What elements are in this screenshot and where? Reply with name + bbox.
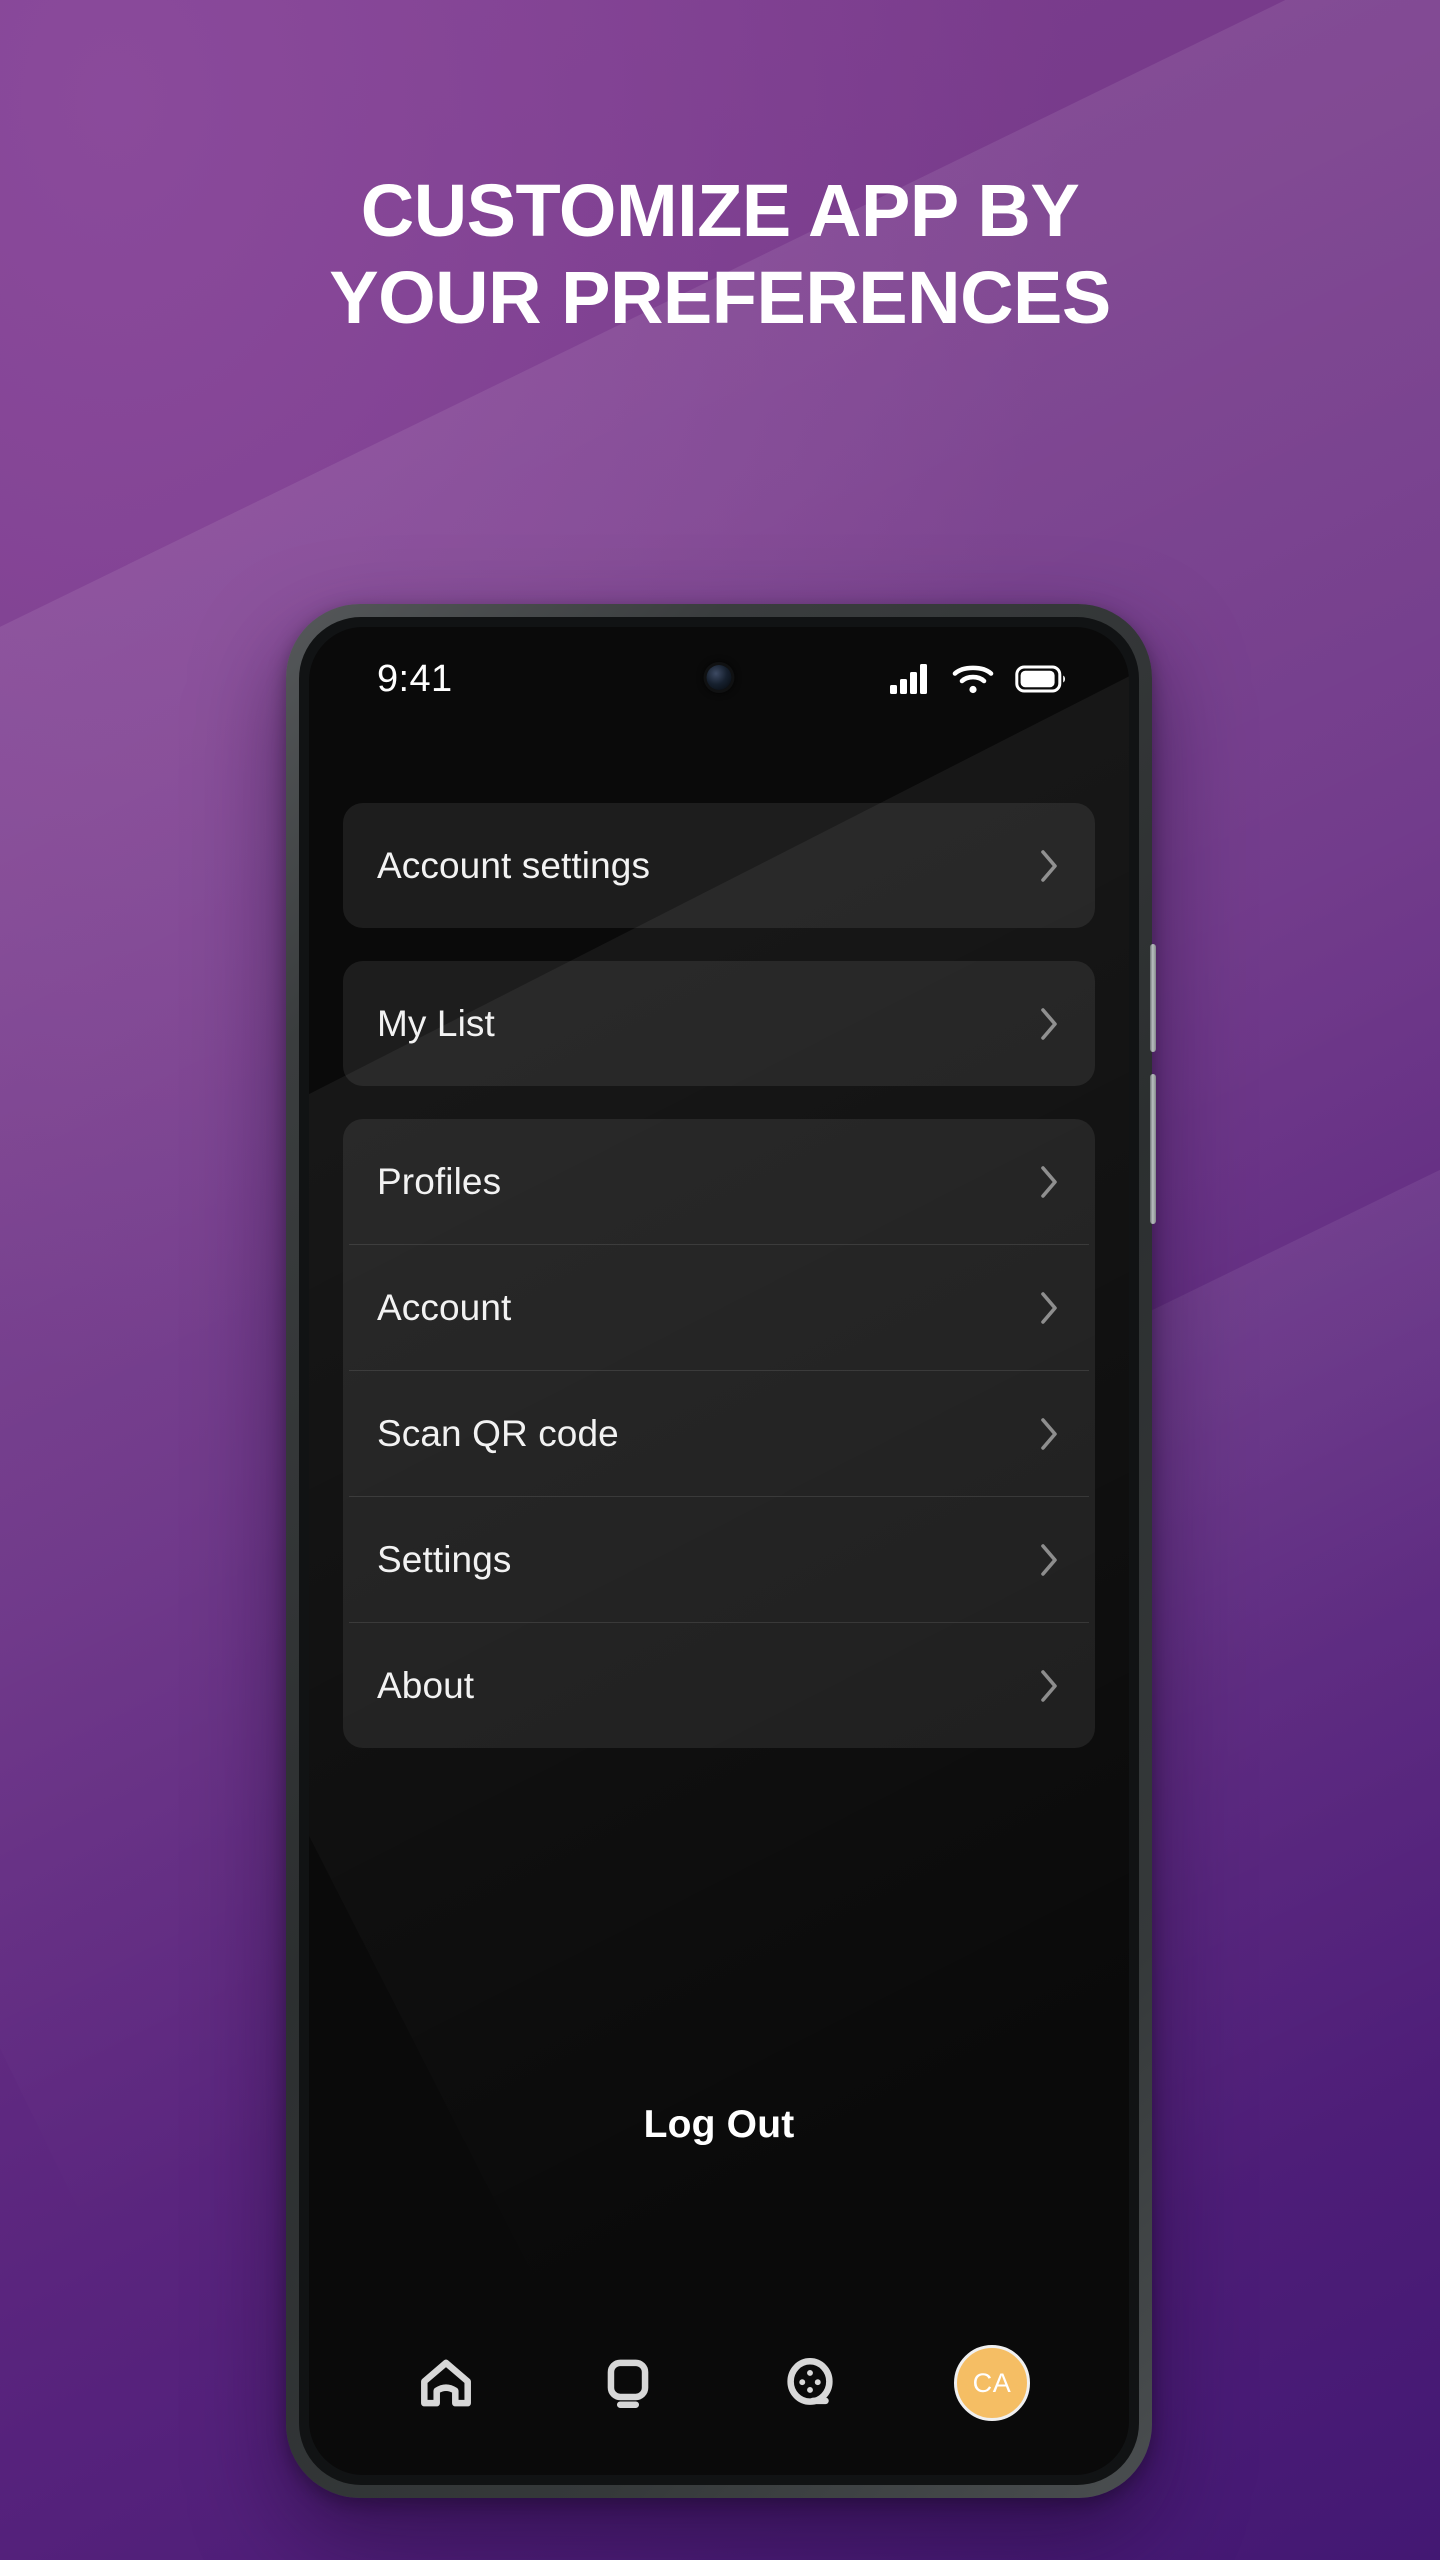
content-top-spacer: [343, 731, 1095, 803]
front-camera-icon: [706, 665, 732, 690]
menu-row-settings[interactable]: Settings: [343, 1497, 1095, 1622]
promo-background: CUSTOMIZE APP BY YOUR PREFERENCES 9:41 A…: [0, 0, 1440, 2560]
card-spacer: [343, 928, 1095, 961]
phone-bezel: 9:41 Account settings My List Profiles A…: [299, 617, 1139, 2485]
menu-row-scan-qr-code[interactable]: Scan QR code: [343, 1371, 1095, 1496]
nav-item-home[interactable]: [391, 2338, 501, 2428]
promo-headline-line-2: YOUR PREFERENCES: [329, 255, 1111, 339]
phone-volume-button[interactable]: [1150, 944, 1156, 1052]
phone-power-button[interactable]: [1150, 1074, 1156, 1224]
menu-row-account[interactable]: Account: [343, 1245, 1095, 1370]
wifi-icon: [952, 665, 994, 694]
tv-icon: [607, 2359, 649, 2408]
card-my-list[interactable]: My List: [343, 961, 1095, 1086]
menu-row-my-list[interactable]: My List: [343, 961, 1095, 1086]
card-spacer: [343, 1086, 1095, 1119]
chevron-right-icon: [1041, 1007, 1057, 1040]
menu-row-label: Scan QR code: [377, 1412, 619, 1454]
phone-screen: 9:41 Account settings My List Profiles A…: [309, 627, 1129, 2475]
battery-icon: [1015, 665, 1065, 693]
menu-row-label: My List: [377, 1002, 495, 1044]
chevron-right-icon: [1041, 849, 1057, 882]
status-bar: 9:41: [309, 627, 1129, 731]
menu-row-label: Profiles: [377, 1160, 502, 1202]
avatar[interactable]: CA: [954, 2345, 1030, 2421]
flexible-spacer: [343, 1748, 1095, 2103]
chevron-right-icon: [1041, 1669, 1057, 1702]
chevron-right-icon: [1041, 1291, 1057, 1324]
menu-row-label: About: [377, 1664, 475, 1706]
menu-row-profiles[interactable]: Profiles: [343, 1119, 1095, 1244]
chevron-right-icon: [1041, 1543, 1057, 1576]
status-bar-time: 9:41: [377, 657, 453, 700]
menu-row-about[interactable]: About: [343, 1623, 1095, 1748]
bottom-navigation-bar: CA: [309, 2315, 1129, 2475]
status-bar-icons: [889, 663, 1067, 695]
avatar-initials: CA: [972, 2367, 1012, 2398]
nav-item-movies[interactable]: [755, 2338, 865, 2428]
cellular-signal-icon: [890, 664, 927, 694]
chevron-right-icon: [1041, 1165, 1057, 1198]
settings-menu: Account settings My List Profiles Accoun…: [309, 731, 1129, 2315]
home-icon: [421, 2359, 471, 2407]
menu-row-label: Account: [377, 1286, 512, 1328]
nav-item-tv[interactable]: [573, 2338, 683, 2428]
promo-headline: CUSTOMIZE APP BY YOUR PREFERENCES: [0, 168, 1440, 341]
card-account-settings[interactable]: Account settings: [343, 803, 1095, 928]
log-out-button[interactable]: Log Out: [343, 2103, 1095, 2147]
promo-headline-line-1: CUSTOMIZE APP BY: [360, 169, 1080, 252]
nav-item-profile[interactable]: CA: [937, 2338, 1047, 2428]
chevron-right-icon: [1041, 1417, 1057, 1450]
menu-row-label: Account settings: [377, 844, 651, 886]
menu-row-label: Settings: [377, 1538, 512, 1580]
card-account-group: Profiles Account Scan QR code Settings A…: [343, 1119, 1095, 1748]
film-reel-icon: [787, 2358, 833, 2405]
phone-mockup: 9:41 Account settings My List Profiles A…: [286, 604, 1156, 2498]
logout-container: Log Out: [343, 2103, 1095, 2315]
menu-row-account-settings[interactable]: Account settings: [343, 803, 1095, 928]
